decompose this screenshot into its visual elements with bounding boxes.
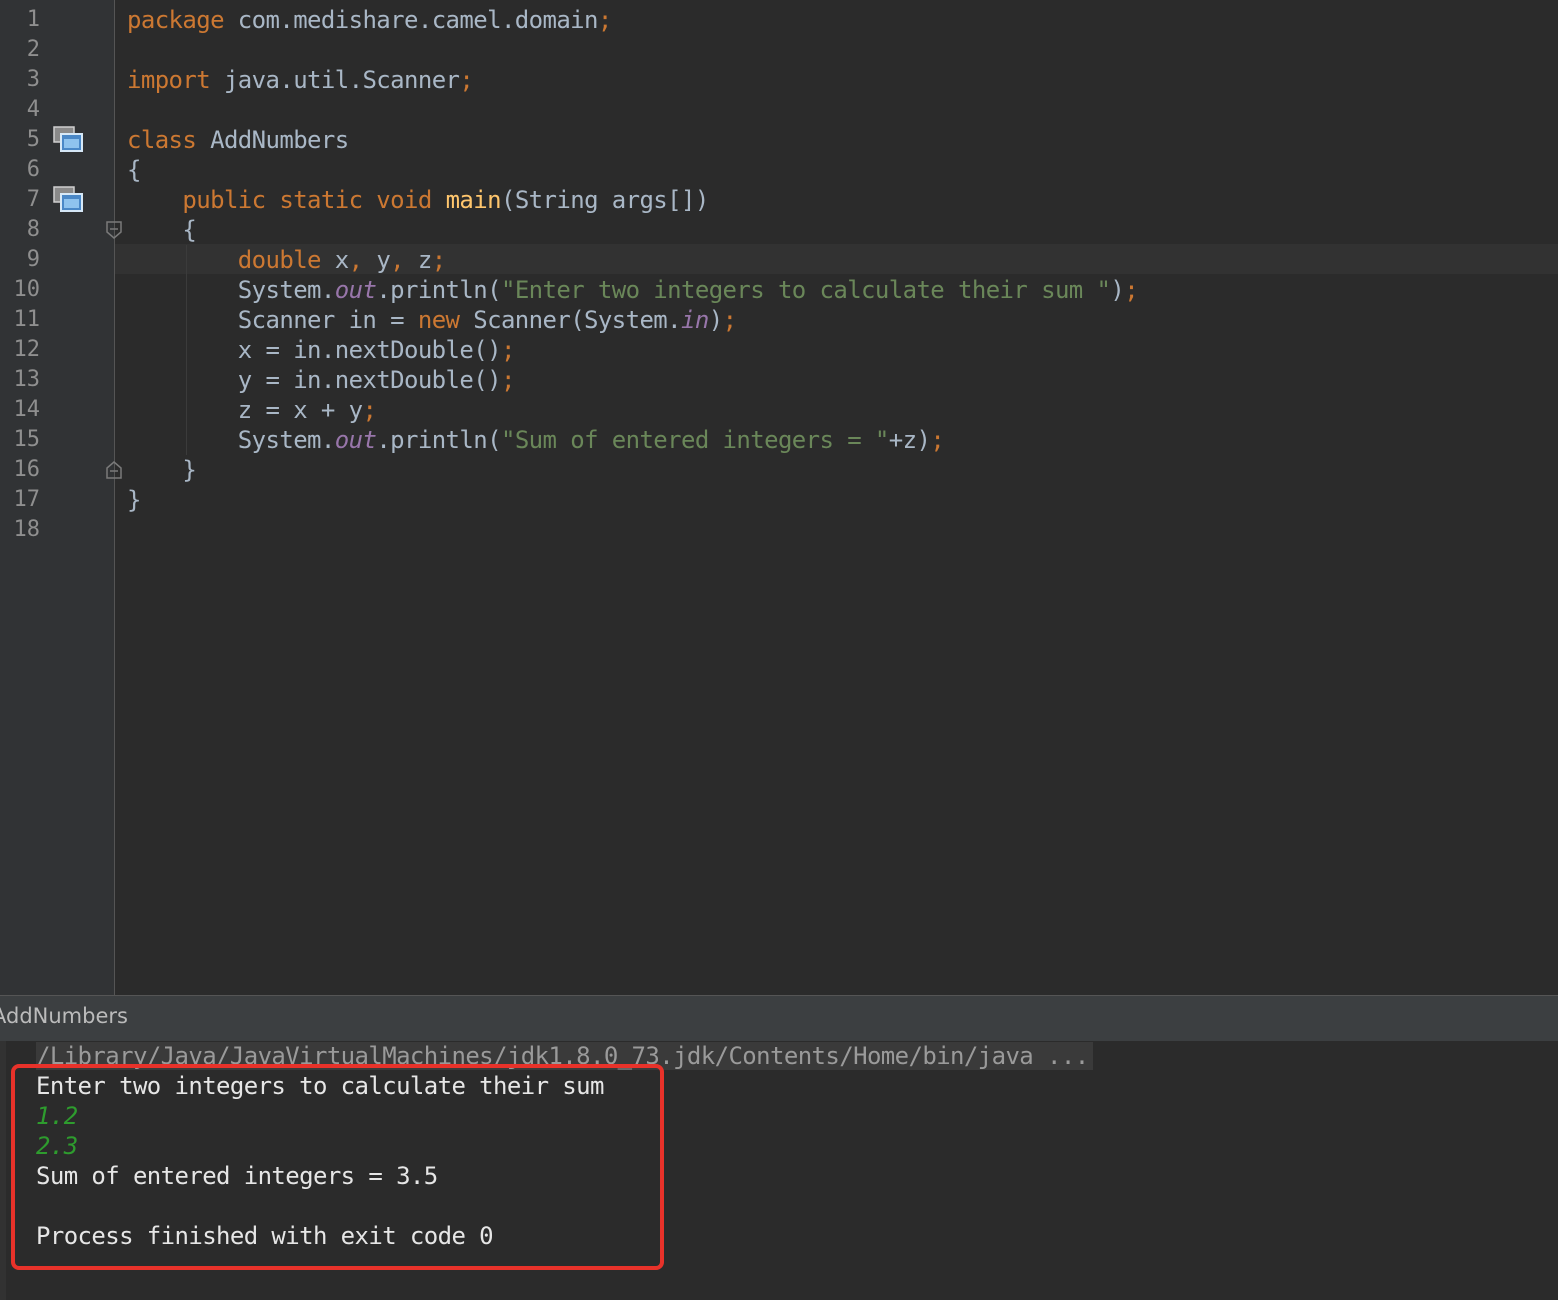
run-config-title[interactable]: AddNumbers [0,1004,128,1028]
code-text: .println( [376,426,501,454]
semicolon: ; [1124,276,1139,304]
semicolon: ; [930,426,945,454]
fold-end-icon[interactable] [105,460,123,480]
keyword-token: double [237,246,322,274]
static-field: out [334,276,377,304]
console-left-strip [0,1041,6,1300]
line-number: 18 [13,517,41,542]
code-text: +z) [888,426,931,454]
static-field: out [334,426,377,454]
code-line-15[interactable]: System.out.println("Sum of entered integ… [127,425,945,455]
code-editor[interactable]: 1 2 3 4 5 6 7 8 9 10 11 12 13 14 15 16 1… [0,0,1558,995]
code-line-11[interactable]: Scanner in = new Scanner(System.in); [127,305,737,335]
run-tool-window-header[interactable]: AddNumbers [0,995,1558,1042]
code-line-3[interactable]: import java.util.Scanner; [127,65,474,95]
line-number: 13 [13,367,41,392]
brace: { [127,216,197,244]
line-number: 15 [13,427,41,452]
code-text: System. [127,426,336,454]
code-line-16[interactable]: } [127,455,196,485]
line-number: 9 [26,247,40,272]
code-line-5[interactable]: class AddNumbers [127,125,349,155]
code-text: ) [708,306,723,334]
variable: y [362,246,391,274]
code-line-13[interactable]: y = in.nextDouble(); [127,365,516,395]
code-text: (String args[]) [500,186,709,214]
line-number: 10 [13,277,41,302]
keyword-token: class [127,126,197,154]
code-line-1[interactable]: package com.medishare.camel.domain; [127,5,612,35]
code-text: ) [1110,276,1125,304]
keyword-token: import [127,66,211,94]
code-text: x = in.nextDouble() [127,336,502,364]
line-number: 1 [26,7,40,32]
code-line-8[interactable]: { [127,215,196,245]
comma: , [348,246,363,274]
line-number: 12 [13,337,41,362]
brace: { [127,156,141,184]
code-line-6[interactable]: { [127,155,141,185]
keyword-token: public static void [182,186,432,214]
line-number: 16 [13,457,41,482]
code-line-7[interactable]: public static void main(String args[]) [127,185,709,215]
code-line-10[interactable]: System.out.println("Enter two integers t… [127,275,1139,305]
semicolon: ; [500,366,515,394]
semicolon: ; [500,336,515,364]
brace: } [127,456,197,484]
code-text: z = x + y [127,396,363,424]
keyword-token: new [417,306,460,334]
code-line-17[interactable]: } [127,485,141,515]
semicolon: ; [362,396,377,424]
code-text: Scanner(System. [459,306,681,334]
class-name: AddNumbers [196,126,349,154]
code-text: .println( [376,276,501,304]
code-text: Scanner in = [127,306,418,334]
line-number: 17 [13,487,41,512]
line-number: 3 [26,67,40,92]
variable: x [320,246,349,274]
line-number: 14 [13,397,41,422]
code-text: com.medishare.camel.domain [223,6,599,34]
code-line-14[interactable]: z = x + y; [127,395,377,425]
line-number-gutter[interactable]: 1 2 3 4 5 6 7 8 9 10 11 12 13 14 15 16 1… [0,0,122,995]
line-number: 6 [26,157,40,182]
code-text: y = in.nextDouble() [127,366,502,394]
keyword-token: package [127,6,225,34]
code-line-9[interactable]: double x, y, z; [127,245,446,275]
code-line-12[interactable]: x = in.nextDouble(); [127,335,516,365]
code-text: System. [127,276,336,304]
line-number: 5 [26,127,40,152]
brace: } [127,486,141,514]
comma: , [390,246,405,274]
string-literal: "Sum of entered integers = " [500,426,889,454]
semicolon: ; [459,66,474,94]
variable: z [404,246,432,274]
string-literal: "Enter two integers to calculate their s… [500,276,1111,304]
semicolon: ; [431,246,446,274]
static-field: in [681,306,709,334]
method-name: main [445,186,502,214]
line-number: 7 [26,187,40,212]
run-main-icon[interactable] [53,186,83,212]
annotation-highlight-box [11,1064,664,1270]
line-number: 11 [13,307,41,332]
ide-window: 1 2 3 4 5 6 7 8 9 10 11 12 13 14 15 16 1… [0,0,1558,1300]
run-class-icon[interactable] [53,126,83,152]
line-number: 2 [26,37,40,62]
semicolon: ; [722,306,737,334]
line-number: 8 [26,217,40,242]
code-text: java.util.Scanner [210,66,460,94]
line-number: 4 [26,97,40,122]
fold-collapse-icon[interactable] [105,220,123,240]
semicolon: ; [597,6,612,34]
